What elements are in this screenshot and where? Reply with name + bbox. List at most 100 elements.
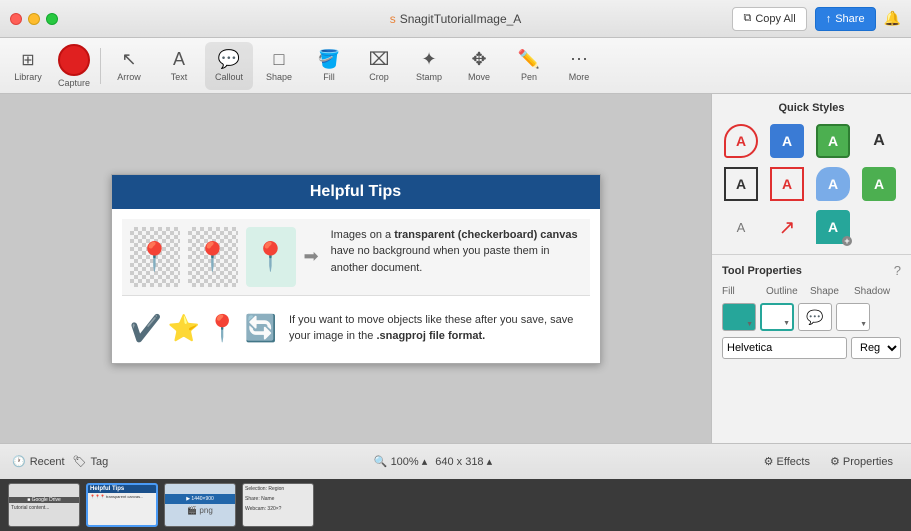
style-small-a: A xyxy=(737,220,746,235)
style-bubble-blue: A xyxy=(770,124,804,158)
quick-styles-title: Quick Styles xyxy=(722,102,901,114)
thumb-2-inner: Helpful Tips 📍📍📍 transparent canvas... xyxy=(88,485,156,525)
quick-styles-section: Quick Styles A A A A A A xyxy=(712,94,911,255)
style-item-10[interactable]: ↗ xyxy=(768,208,806,246)
traffic-lights xyxy=(10,13,58,25)
copy-icon: ⧉ xyxy=(743,12,751,25)
props-header: Tool Properties ? xyxy=(722,263,901,278)
properties-icon: ⚙ xyxy=(830,455,840,468)
style-item-7[interactable]: A xyxy=(814,165,852,203)
help-button[interactable]: ? xyxy=(894,263,901,278)
style-green-box: A xyxy=(862,167,896,201)
text-tool[interactable]: A Text xyxy=(155,42,203,90)
font-style-select[interactable]: Regular xyxy=(851,337,901,359)
pen-tool[interactable]: ✏️ Pen xyxy=(505,42,553,90)
style-arrow-red: ↗ xyxy=(770,210,804,244)
style-item-2[interactable]: A xyxy=(768,122,806,160)
canvas-row-2: ✔️ ⭐ 📍 🔄 If you want to move objects lik… xyxy=(122,304,590,353)
thumb-3-inner: ▶ 1440×900 🎬 png xyxy=(165,484,235,526)
checkmark-icon: ✔️ xyxy=(130,313,162,344)
effects-button[interactable]: ⚙ Effects xyxy=(758,453,816,470)
tag-tab[interactable]: 🏷 Tag xyxy=(73,455,109,468)
outline-color-swatch[interactable] xyxy=(760,303,794,331)
dimensions-control[interactable]: 640 x 318 ▴ xyxy=(435,455,492,468)
thumbnail-4[interactable]: Selection: Region Share: Name Webcam: 32… xyxy=(242,483,314,527)
tool-properties-section: Tool Properties ? Fill Outline Shape Sha… xyxy=(712,255,911,371)
notification-bell-icon[interactable]: 🔔 xyxy=(884,10,901,27)
shape-tool[interactable]: □ Shape xyxy=(255,42,303,90)
refresh-icon: 🔄 xyxy=(245,313,277,344)
properties-button[interactable]: ⚙ Properties xyxy=(824,453,899,470)
crop-tool[interactable]: ⌧ Crop xyxy=(355,42,403,90)
font-family-select[interactable]: Helvetica xyxy=(722,337,847,359)
style-plain-a: A xyxy=(873,132,885,150)
more-tool[interactable]: ⋯ More xyxy=(555,42,603,90)
font-row: Helvetica Regular xyxy=(722,337,901,359)
minimize-button[interactable] xyxy=(28,13,40,25)
move-tool[interactable]: ✥ Move xyxy=(455,42,503,90)
capture-button[interactable]: Capture xyxy=(52,42,96,90)
style-item-5[interactable]: A xyxy=(722,165,760,203)
thumbnail-3[interactable]: ▶ 1440×900 🎬 png xyxy=(164,483,236,527)
quick-styles-grid: A A A A A A A xyxy=(722,122,901,246)
canvas-area[interactable]: Helpful Tips 📍 📍 📍 xyxy=(0,94,711,443)
close-button[interactable] xyxy=(10,13,22,25)
toolbar: ⊞ Library Capture ↖ Arrow A Text 💬 Callo… xyxy=(0,38,911,94)
arrow-tool[interactable]: ↖ Arrow xyxy=(105,42,153,90)
canvas-header: Helpful Tips xyxy=(112,175,600,209)
main-area: Helpful Tips 📍 📍 📍 xyxy=(0,94,911,443)
titlebar: s SnagitTutorialImage_A ⧉ Copy All ↑ Sha… xyxy=(0,0,911,38)
style-item-1[interactable]: A xyxy=(722,122,760,160)
capture-circle-icon xyxy=(58,44,90,76)
callout-tool[interactable]: 💬 Callout xyxy=(205,42,253,90)
library-button[interactable]: ⊞ Library xyxy=(6,42,50,90)
library-icon: ⊞ xyxy=(21,50,34,70)
transparent-icon-1: 📍 xyxy=(130,227,180,287)
text-icon: A xyxy=(173,49,185,70)
style-item-6[interactable]: A xyxy=(768,165,806,203)
style-item-9[interactable]: A xyxy=(722,208,760,246)
canvas-text-2: If you want to move objects like these a… xyxy=(289,312,582,345)
props-labels-row: Fill Outline Shape Shadow xyxy=(722,286,901,297)
fill-color-swatch[interactable] xyxy=(722,303,756,331)
stamp-tool[interactable]: ✦ Stamp xyxy=(405,42,453,90)
style-cloud: A xyxy=(816,167,850,201)
copy-all-button[interactable]: ⧉ Copy All xyxy=(732,7,806,31)
arrow-indicator: ➡ xyxy=(304,246,319,267)
style-item-11[interactable]: A xyxy=(814,208,852,246)
callout-icon: 💬 xyxy=(218,49,240,70)
share-button[interactable]: ↑ Share xyxy=(815,7,876,31)
stamp-icon: ✦ xyxy=(421,49,436,70)
thumbnails-bar: ■ Google Drive Tutorial content... Helpf… xyxy=(0,479,911,531)
style-item-4[interactable]: A xyxy=(860,122,898,160)
style-bubble-teal: A xyxy=(816,210,850,244)
style-item-3[interactable]: A xyxy=(814,122,852,160)
star-icon: ⭐ xyxy=(168,313,200,344)
style-item-8[interactable]: A xyxy=(860,165,898,203)
right-panel: Quick Styles A A A A A A xyxy=(711,94,911,443)
canvas-text-1: Images on a transparent (checkerboard) c… xyxy=(331,227,582,287)
thumbnail-2[interactable]: Helpful Tips 📍📍📍 transparent canvas... xyxy=(86,483,158,527)
thumb-4-inner: Selection: Region Share: Name Webcam: 32… xyxy=(243,484,313,526)
statusbar: 🕐 Recent 🏷 Tag 🔍 100% ▴ 640 x 318 ▴ ⚙ Ef… xyxy=(0,443,911,479)
shadow-swatch[interactable] xyxy=(836,303,870,331)
effects-icon: ⚙ xyxy=(764,455,774,468)
maximize-button[interactable] xyxy=(46,13,58,25)
fill-label: Fill xyxy=(722,286,762,297)
canvas-icons: 📍 📍 📍 ➡ xyxy=(130,227,319,287)
thumb-1-inner: ■ Google Drive Tutorial content... xyxy=(9,484,79,526)
zoom-control[interactable]: 🔍 100% ▴ xyxy=(374,455,427,468)
style-bordered-a: A xyxy=(724,167,758,201)
transparent-icon-2: 📍 xyxy=(188,227,238,287)
shape-icon: □ xyxy=(274,49,285,70)
arrow-icon: ↖ xyxy=(121,49,136,70)
recent-tab[interactable]: 🕐 Recent xyxy=(12,455,65,468)
shape-picker[interactable]: 💬 xyxy=(798,303,832,331)
thumbnail-1[interactable]: ■ Google Drive Tutorial content... xyxy=(8,483,80,527)
fill-tool[interactable]: 🪣 Fill xyxy=(305,42,353,90)
shape-label: Shape xyxy=(810,286,850,297)
zoom-arrow-icon: ▴ xyxy=(422,455,428,468)
tag-icon: 🏷 xyxy=(73,455,87,468)
style-bubble-green: A xyxy=(816,124,850,158)
canvas-body: 📍 📍 📍 ➡ Images on a transparent (checker… xyxy=(112,209,600,363)
